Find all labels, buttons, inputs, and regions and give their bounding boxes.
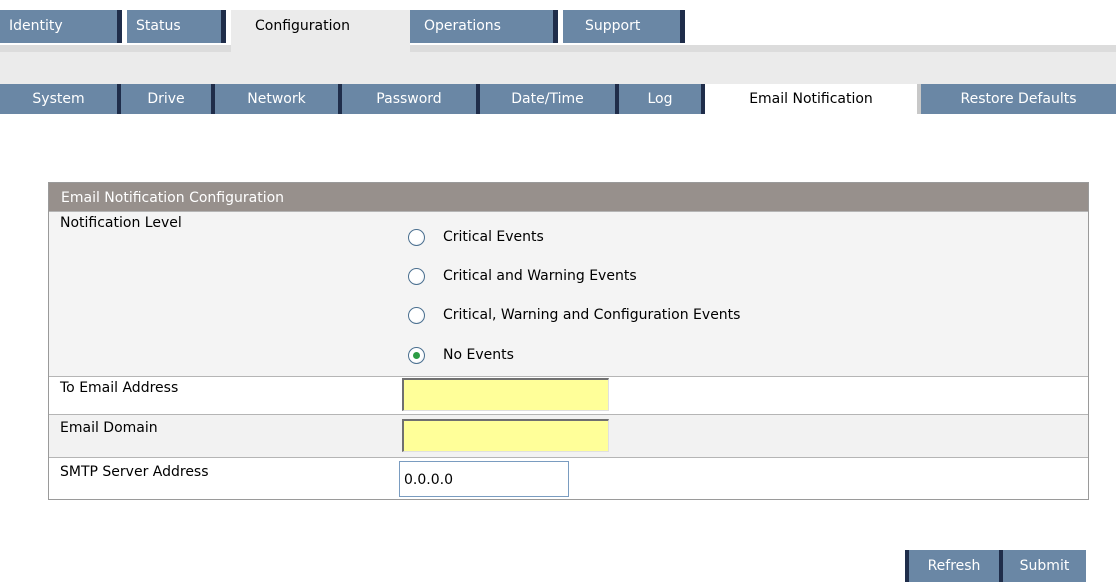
subtab-date-time[interactable]: Date/Time xyxy=(480,84,619,114)
radio-label: Critical Events xyxy=(443,229,544,245)
submit-button[interactable]: Submit xyxy=(999,550,1086,582)
subtab-restore-defaults[interactable]: Restore Defaults xyxy=(921,84,1116,114)
top-tabs-divider xyxy=(0,45,1116,52)
email-domain-input[interactable] xyxy=(402,419,609,452)
tab-identity[interactable]: Identity xyxy=(0,10,122,43)
tab-status[interactable]: Status xyxy=(127,10,226,43)
smtp-server-row: SMTP Server Address xyxy=(49,457,1088,499)
smtp-server-label: SMTP Server Address xyxy=(60,464,209,480)
radio-critical-events[interactable]: Critical Events xyxy=(408,225,544,249)
radio-button-icon[interactable] xyxy=(408,267,425,285)
radio-critical-warning-config-events[interactable]: Critical, Warning and Configuration Even… xyxy=(408,303,740,327)
radio-label: No Events xyxy=(443,347,514,363)
subtab-log[interactable]: Log xyxy=(619,84,705,114)
notification-level-row: Notification Level Critical Events Criti… xyxy=(49,211,1088,376)
panel-title: Email Notification Configuration xyxy=(49,183,1088,211)
radio-label: Critical and Warning Events xyxy=(443,268,637,284)
subtab-network[interactable]: Network xyxy=(215,84,342,114)
email-domain-row: Email Domain xyxy=(49,414,1088,457)
to-email-label: To Email Address xyxy=(60,380,179,396)
radio-button-icon[interactable] xyxy=(408,228,425,246)
to-email-row: To Email Address xyxy=(49,376,1088,414)
smtp-server-input[interactable] xyxy=(399,461,569,497)
notification-level-label: Notification Level xyxy=(60,215,182,231)
email-domain-label: Email Domain xyxy=(60,420,158,436)
radio-no-events[interactable]: No Events xyxy=(408,343,514,367)
tab-operations[interactable]: Operations xyxy=(410,10,558,43)
top-nav-tabs: Identity Status Configuration Operations… xyxy=(0,10,1116,52)
to-email-input[interactable] xyxy=(402,378,609,411)
subtab-password[interactable]: Password xyxy=(342,84,480,114)
subtab-system[interactable]: System xyxy=(0,84,121,114)
refresh-button[interactable]: Refresh xyxy=(905,550,999,582)
sub-tabs-band xyxy=(0,52,1116,84)
radio-button-checked-icon[interactable] xyxy=(408,346,425,364)
radio-critical-warning-events[interactable]: Critical and Warning Events xyxy=(408,264,637,288)
email-notification-panel: Email Notification Configuration Notific… xyxy=(48,182,1089,500)
subtab-drive[interactable]: Drive xyxy=(121,84,215,114)
tab-support[interactable]: Support xyxy=(563,10,685,43)
tab-configuration[interactable]: Configuration xyxy=(231,10,410,52)
radio-label: Critical, Warning and Configuration Even… xyxy=(443,307,741,323)
radio-button-icon[interactable] xyxy=(408,306,425,324)
subtab-email-notification[interactable]: Email Notification xyxy=(705,84,921,114)
